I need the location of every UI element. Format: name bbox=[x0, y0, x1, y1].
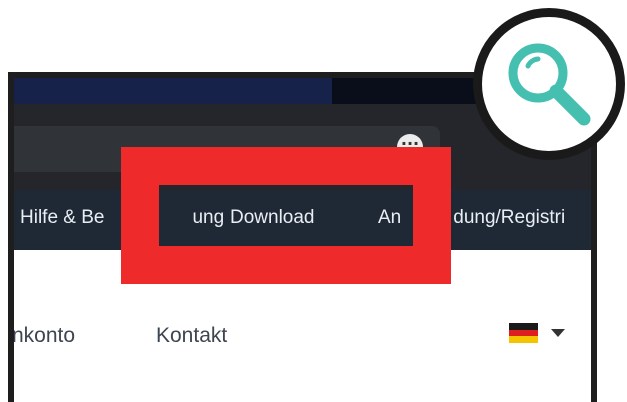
nav-help-label: Hilfe & Be bbox=[20, 207, 105, 228]
nav-login-label-tail: dung/Registri bbox=[453, 207, 566, 228]
german-flag-icon[interactable] bbox=[509, 323, 538, 343]
search-icon bbox=[508, 43, 591, 126]
nav-konto-link[interactable]: nkonto bbox=[14, 324, 75, 348]
nav-kontakt-link[interactable]: Kontakt bbox=[156, 324, 227, 348]
active-tab-strip bbox=[14, 78, 332, 104]
download-highlight-box bbox=[121, 147, 451, 284]
magnifier-badge bbox=[473, 8, 625, 160]
chevron-down-icon[interactable] bbox=[551, 329, 565, 337]
